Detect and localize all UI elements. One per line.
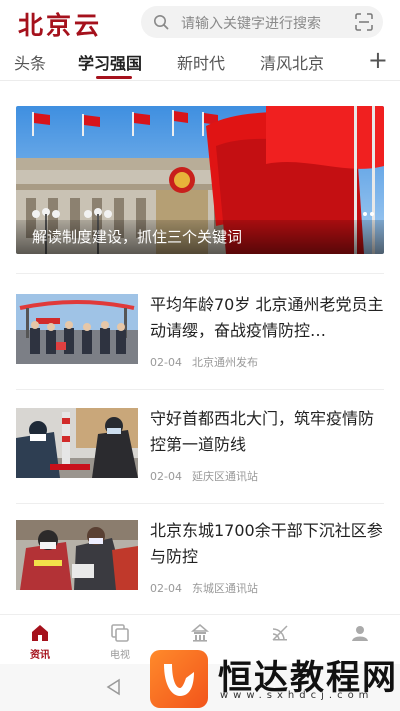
scan-icon[interactable] (355, 13, 373, 31)
search-input[interactable]: 请输入关键字进行搜索 (181, 13, 321, 33)
temple-icon (190, 624, 210, 642)
home-icon (32, 625, 48, 641)
tab-xuexi-qiangguo[interactable]: 学习强国 (78, 50, 142, 74)
tabs-fade (344, 46, 370, 80)
news-date: 02-04 (150, 470, 182, 483)
tabs-divider (0, 80, 400, 81)
news-source: 延庆区通讯站 (191, 470, 258, 483)
news-title: 守好首都西北大门，筑牢疫情防控第一道防线 (150, 409, 375, 454)
list-divider (16, 273, 384, 274)
nav-item-broadcast[interactable] (250, 623, 310, 646)
list-divider (16, 503, 384, 504)
carousel-dots (360, 201, 374, 220)
news-thumbnail (16, 294, 138, 364)
active-tab-indicator (96, 76, 132, 79)
tab-qingfeng-beijing[interactable]: 清风北京 (260, 50, 324, 74)
app-logo: 北京云 (18, 11, 103, 40)
nav-label: 电视 (110, 650, 130, 661)
site-watermark: 恒达教程网 www.sxhdcj.com (150, 648, 396, 710)
nav-label: 资讯 (30, 650, 50, 661)
plus-icon[interactable]: + (368, 48, 388, 72)
nav-item-news[interactable]: 资讯 (10, 623, 70, 661)
broadcast-icon (272, 625, 288, 641)
news-title: 北京东城1700余干部下沉社区参与防控 (150, 521, 383, 566)
app-header: 北京云 请输入关键字进行搜索 (0, 0, 400, 44)
news-item[interactable]: 平均年龄70岁 北京通州老党员主动请缨，奋战疫情防控… 02-04 北京通州发布 (16, 294, 384, 370)
featured-banner[interactable]: 解读制度建设，抓住三个关键词 (16, 106, 384, 254)
nav-item-profile[interactable] (330, 623, 390, 646)
news-item[interactable]: 北京东城1700余干部下沉社区参与防控 02-04 东城区通讯站 (16, 520, 384, 596)
tab-toutiao[interactable]: 头条 (14, 50, 46, 74)
news-meta: 02-04 北京通州发布 (150, 354, 268, 370)
news-source: 东城区通讯站 (191, 582, 258, 595)
news-thumbnail (16, 520, 138, 590)
news-title: 平均年龄70岁 北京通州老党员主动请缨，奋战疫情防控… (150, 295, 384, 340)
carousel-dot (363, 212, 367, 216)
watermark-url: www.sxhdcj.com (220, 690, 374, 701)
carousel-dot (370, 212, 374, 216)
nav-item-tv[interactable]: 电视 (90, 623, 150, 661)
news-meta: 02-04 东城区通讯站 (150, 580, 268, 596)
tv-icon (111, 624, 129, 642)
user-icon (352, 626, 368, 641)
watermark-logo-icon (150, 650, 208, 708)
search-bar[interactable]: 请输入关键字进行搜索 (141, 6, 383, 38)
tab-xin-shidai[interactable]: 新时代 (177, 50, 225, 74)
banner-caption: 解读制度建设，抓住三个关键词 (32, 228, 243, 246)
news-item[interactable]: 守好首都西北大门，筑牢疫情防控第一道防线 02-04 延庆区通讯站 (16, 408, 384, 484)
news-meta: 02-04 延庆区通讯站 (150, 468, 268, 484)
search-icon (154, 15, 169, 30)
back-triangle-icon[interactable] (105, 678, 123, 696)
news-date: 02-04 (150, 582, 182, 595)
news-thumbnail (16, 408, 138, 478)
news-date: 02-04 (150, 356, 182, 369)
list-divider (16, 389, 384, 390)
channel-tabs: 头条 学习强国 新时代 清风北京 + (0, 46, 400, 80)
nav-item-temple[interactable] (170, 623, 230, 646)
news-source: 北京通州发布 (191, 356, 258, 369)
